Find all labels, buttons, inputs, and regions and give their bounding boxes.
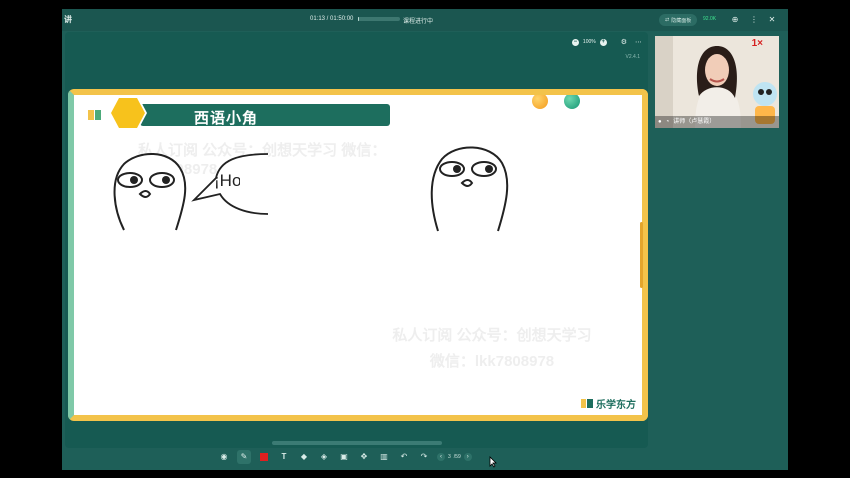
green-ball-icon — [564, 95, 580, 109]
eraser-icon[interactable]: ◈ — [317, 450, 331, 464]
teacher-video-frame — [655, 36, 779, 128]
brand-logo: 乐学东方 — [581, 396, 636, 411]
mic-icon: ● — [658, 119, 662, 125]
top-bar: 讲 01:13 / 01:50:00 课程进行中 ⇄ 隐藏面板 92.0K ⊕ … — [62, 9, 788, 31]
hide-panel-label: 隐藏面板 — [671, 17, 692, 24]
lesson-progress-bar — [358, 17, 400, 21]
mouse-cursor-icon — [489, 456, 497, 468]
zoom-icon[interactable]: ⊕ — [729, 14, 741, 26]
speech-text: ¡Hola! — [214, 171, 240, 190]
drawing-toolbar: ◉ ✎ T ◆ ◈ ▣ ✥ ▥ ↶ ↷ ‹ 3/59 › — [217, 450, 472, 464]
left-cartoon-character — [113, 152, 187, 231]
slide-title-bar: 西语小角 — [140, 104, 390, 127]
version-label: V2.4.1 — [625, 54, 640, 60]
pen-icon[interactable]: ✎ — [237, 450, 251, 464]
page-indicator: ‹ 3/59 › — [437, 453, 472, 461]
zoom-in-icon[interactable]: + — [599, 38, 607, 46]
slide-canvas: 西语小角 私人订阅 公众号：创想天学习 微信：lkk7808978 私人订阅 公… — [74, 95, 642, 415]
teacher-name-bar: ● ◔ 讲师（卢慧霞） — [655, 116, 779, 128]
teacher-name: 讲师（卢慧霞） — [673, 119, 716, 125]
settings-icon[interactable]: ⚙ — [621, 38, 627, 46]
slide-scrollbar[interactable] — [640, 222, 643, 288]
network-speed: 92.0K — [703, 16, 717, 22]
more-horizontal-icon[interactable]: ⋯ — [635, 38, 642, 46]
teacher-video: 1× ● ◔ 讲师（卢慧霞） — [655, 36, 779, 128]
shape-icon[interactable]: ◆ — [297, 450, 311, 464]
color-swatch-icon[interactable] — [257, 450, 271, 464]
courseware-slide: 西语小角 私人订阅 公众号：创想天学习 微信：lkk7808978 私人订阅 公… — [68, 89, 648, 421]
move-icon[interactable]: ✥ — [357, 450, 371, 464]
total-time: 01:50:00 — [330, 16, 354, 22]
watermark-bottom: 私人订阅 公众号：创想天学习 微信：lkk7808978 — [352, 323, 632, 375]
brand-text: 乐学东方 — [596, 400, 636, 411]
watermark-bottom-line-1: 私人订阅 公众号：创想天学习 — [392, 327, 592, 344]
lesson-progress-fill — [358, 17, 359, 21]
zoom-out-icon[interactable]: − — [571, 38, 579, 46]
elapsed-time: 01:13 — [310, 16, 326, 22]
current-page: 3 — [448, 454, 451, 460]
next-page-icon[interactable]: › — [463, 453, 472, 461]
horizontal-scrollbar[interactable] — [272, 441, 442, 445]
close-icon[interactable]: ✕ — [766, 14, 778, 26]
orange-ball-icon — [532, 95, 548, 109]
delete-icon[interactable]: ▥ — [377, 450, 391, 464]
hexagon-badge-icon — [108, 95, 148, 131]
zoom-level: 100% — [582, 39, 596, 45]
fill-icon[interactable]: ▣ — [337, 450, 351, 464]
classroom-app: 讲 01:13 / 01:50:00 课程进行中 ⇄ 隐藏面板 92.0K ⊕ … — [62, 9, 788, 470]
swap-icon: ⇄ — [665, 17, 670, 23]
record-icon[interactable]: ◉ — [217, 450, 231, 464]
signal-icon: ◔ — [665, 119, 670, 125]
lesson-status: 课程进行中 — [403, 19, 434, 25]
text-icon[interactable]: T — [277, 450, 291, 464]
watermark-bottom-line-2: 微信：lkk7808978 — [429, 353, 555, 370]
total-pages: /59 — [453, 454, 461, 460]
more-vertical-icon[interactable]: ⋮ — [748, 14, 760, 26]
reward-rate: 1× — [751, 38, 763, 49]
book-icon — [88, 110, 101, 120]
slide-title: 西语小角 — [194, 110, 259, 127]
zoom-controls: − 100% + ⚙ ⋯ — [571, 38, 642, 46]
right-cartoon-character — [430, 146, 509, 232]
redo-icon[interactable]: ↷ — [417, 450, 431, 464]
prev-page-icon[interactable]: ‹ — [437, 453, 445, 461]
time-display: 01:13 / 01:50:00 — [310, 16, 354, 22]
app-title: 讲 — [64, 15, 72, 24]
brand-book-icon — [581, 399, 593, 408]
undo-icon[interactable]: ↶ — [397, 450, 411, 464]
whiteboard-panel: − 100% + ⚙ ⋯ V2.4.1 西语小角 私人订阅 公众号：创想天学习 … — [65, 32, 648, 448]
hide-panel-button[interactable]: ⇄ 隐藏面板 — [659, 14, 698, 26]
